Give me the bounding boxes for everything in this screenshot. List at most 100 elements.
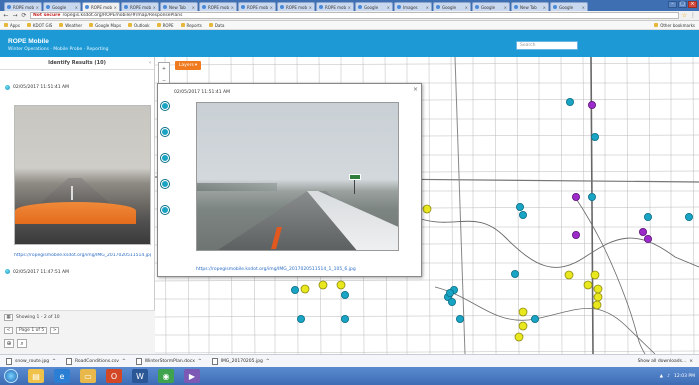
plow-marker-icon: [514, 332, 524, 342]
bookmark-other[interactable]: Other bookmarks: [654, 23, 695, 28]
road-photo-thumbnail[interactable]: [14, 105, 151, 245]
plow-marker-icon: [422, 204, 432, 214]
bookmarks-bar: Apps KDOT GIS Weather Google Maps Outlook ROP…: [0, 21, 699, 30]
camera-marker-icon[interactable]: [161, 206, 169, 214]
taskbar-explorer-icon[interactable]: ▤: [28, 369, 44, 383]
close-tab-icon[interactable]: ×: [426, 5, 429, 10]
browser-tab[interactable]: ROPE mobile×: [238, 2, 276, 11]
download-item[interactable]: WinterStormPlan.docx ^: [135, 357, 202, 365]
forward-arrow-icon[interactable]: →: [12, 12, 18, 19]
back-arrow-icon[interactable]: ←: [3, 12, 9, 19]
camera-marker-icon[interactable]: [161, 128, 169, 136]
file-icon: [6, 357, 12, 365]
browser-menu-icon[interactable]: ⋮: [690, 12, 696, 19]
close-tab-icon[interactable]: ×: [231, 5, 234, 10]
chevron-up-icon[interactable]: ^: [198, 359, 202, 364]
close-tab-icon[interactable]: ×: [114, 5, 117, 10]
security-indicator[interactable]: Not secure: [33, 13, 60, 18]
bookmark-item[interactable]: Data: [208, 23, 224, 28]
map-highway: [454, 57, 466, 354]
browser-tab[interactable]: ROPE mobile×: [277, 2, 315, 11]
close-tab-icon[interactable]: ×: [153, 5, 156, 10]
browser-tab[interactable]: ROPE mobile×: [199, 2, 237, 11]
url-field[interactable]: Not secure ropegis.ksdot.org/ROPEmobile/…: [30, 12, 679, 19]
close-tab-icon[interactable]: ×: [192, 5, 195, 10]
close-tab-icon[interactable]: ×: [309, 5, 312, 10]
photo-link[interactable]: https://ropegismobile.ksdot.org/img/IMG_…: [14, 253, 151, 258]
tab-label: Images: [403, 4, 418, 10]
taskbar-chrome-icon[interactable]: ◉: [158, 369, 174, 383]
taskbar-ie-icon[interactable]: e: [54, 369, 70, 383]
bookmark-star-icon[interactable]: ☆: [682, 12, 687, 19]
camera-marker-icon[interactable]: [161, 180, 169, 188]
search-icon[interactable]: ⌕: [17, 339, 27, 348]
close-window-icon[interactable]: ×: [688, 1, 697, 8]
photo-link[interactable]: https://ropegismobile.ksdot.org/img/IMG_…: [196, 267, 356, 272]
bookmark-item[interactable]: Google Maps: [89, 23, 121, 28]
zoom-in-icon[interactable]: +: [162, 66, 166, 72]
browser-tab[interactable]: New Tab ×: [160, 2, 198, 11]
volume-icon[interactable]: ♪: [667, 374, 670, 379]
download-item[interactable]: snow_route.jpg ^: [6, 357, 56, 365]
close-tab-icon[interactable]: ×: [270, 5, 273, 10]
favicon-icon: [202, 5, 206, 9]
network-icon[interactable]: ▲: [660, 374, 663, 379]
close-tab-icon[interactable]: ×: [348, 5, 351, 10]
road-photo[interactable]: [196, 102, 399, 251]
close-icon[interactable]: ×: [689, 359, 693, 364]
download-item[interactable]: RoadConditions.csv ^: [65, 357, 126, 365]
layers-button[interactable]: Layers ▾: [175, 61, 201, 70]
bookmark-item[interactable]: KDOT GIS: [26, 23, 52, 28]
browser-tab[interactable]: Google ×: [43, 2, 81, 11]
close-tab-icon[interactable]: ×: [465, 5, 468, 10]
close-tab-icon[interactable]: ×: [543, 5, 546, 10]
collapse-icon[interactable]: ‹: [149, 60, 151, 66]
browser-tab[interactable]: ROPE mobile×: [4, 2, 42, 11]
prev-page-button[interactable]: <: [4, 327, 13, 334]
search-input[interactable]: Search: [516, 41, 578, 50]
taskbar-word-icon[interactable]: W: [132, 369, 148, 383]
close-tab-icon[interactable]: ×: [36, 5, 39, 10]
browser-tab[interactable]: ROPE mobile×: [316, 2, 354, 11]
browser-tab[interactable]: Images ×: [394, 2, 432, 11]
camera-marker-icon[interactable]: [161, 154, 169, 162]
grid-icon[interactable]: ▦: [4, 314, 13, 321]
taskbar-folder-icon[interactable]: ▭: [80, 369, 96, 383]
close-tab-icon[interactable]: ×: [75, 5, 78, 10]
browser-tab[interactable]: Google ×: [433, 2, 471, 11]
clock[interactable]: 12:03 PM: [674, 374, 695, 379]
camera-marker-icon: [530, 314, 539, 323]
browser-tab[interactable]: Google ×: [355, 2, 393, 11]
reload-icon[interactable]: ⟳: [21, 12, 27, 19]
start-button[interactable]: [4, 369, 18, 383]
close-icon[interactable]: ×: [413, 86, 418, 93]
close-tab-icon[interactable]: ×: [387, 5, 390, 10]
bookmark-item[interactable]: ROPE: [156, 23, 174, 28]
chevron-up-icon[interactable]: ^: [266, 359, 270, 364]
close-tab-icon[interactable]: ×: [504, 5, 507, 10]
maximize-icon[interactable]: □: [678, 1, 687, 8]
camera-post-icon[interactable]: [4, 268, 11, 275]
chevron-up-icon[interactable]: ^: [52, 359, 56, 364]
bookmark-item[interactable]: Outlook: [128, 23, 150, 28]
next-page-button[interactable]: >: [50, 327, 60, 334]
browser-tab[interactable]: Google ×: [472, 2, 510, 11]
browser-tab[interactable]: ROPE mobile×: [121, 2, 159, 11]
camera-post-icon[interactable]: [4, 84, 11, 91]
panel-footer: ▦ Showing 1 - 2 of 10 < Page 1 of 5 > ⊕ …: [0, 310, 155, 354]
download-item[interactable]: IMG_20170205.jpg ^: [211, 357, 270, 365]
zoom-to-icon[interactable]: ⊕: [4, 339, 14, 348]
taskbar-media-icon[interactable]: ▶: [184, 369, 200, 383]
minimize-icon[interactable]: –: [668, 1, 677, 8]
chevron-up-icon[interactable]: ^: [122, 359, 126, 364]
close-tab-icon[interactable]: ×: [582, 5, 585, 10]
browser-tab[interactable]: ROPE mobile×: [82, 2, 120, 11]
bookmark-item[interactable]: Apps: [4, 23, 20, 28]
bookmark-item[interactable]: Weather: [59, 23, 82, 28]
camera-marker-icon[interactable]: [161, 102, 169, 110]
browser-tab[interactable]: Google ×: [550, 2, 588, 11]
show-all-downloads[interactable]: Show all downloads... ×: [638, 359, 693, 364]
taskbar-office-icon[interactable]: O: [106, 369, 122, 383]
bookmark-item[interactable]: Reports: [180, 23, 202, 28]
browser-tab[interactable]: New Tab ×: [511, 2, 549, 11]
